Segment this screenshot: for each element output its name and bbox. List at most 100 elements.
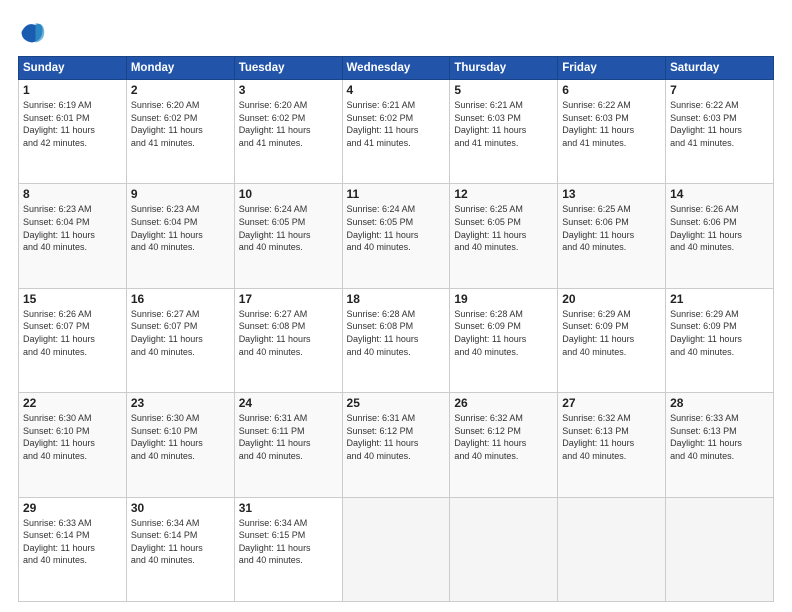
day-info: Sunrise: 6:21 AM Sunset: 6:02 PM Dayligh…: [347, 99, 446, 149]
day-info: Sunrise: 6:27 AM Sunset: 6:08 PM Dayligh…: [239, 308, 338, 358]
day-number: 1: [23, 83, 122, 97]
day-number: 15: [23, 292, 122, 306]
day-info: Sunrise: 6:32 AM Sunset: 6:12 PM Dayligh…: [454, 412, 553, 462]
calendar-cell: 16 Sunrise: 6:27 AM Sunset: 6:07 PM Dayli…: [126, 288, 234, 392]
day-info: Sunrise: 6:26 AM Sunset: 6:06 PM Dayligh…: [670, 203, 769, 253]
calendar-cell: 15 Sunrise: 6:26 AM Sunset: 6:07 PM Dayli…: [19, 288, 127, 392]
day-info: Sunrise: 6:31 AM Sunset: 6:11 PM Dayligh…: [239, 412, 338, 462]
calendar-cell: [666, 497, 774, 601]
day-info: Sunrise: 6:28 AM Sunset: 6:09 PM Dayligh…: [454, 308, 553, 358]
calendar-cell: 29 Sunrise: 6:33 AM Sunset: 6:14 PM Dayli…: [19, 497, 127, 601]
calendar-cell: 12Sunrise: 6:25 AM Sunset: 6:05 PM Dayli…: [450, 184, 558, 288]
calendar-cell: 1 Sunrise: 6:19 AM Sunset: 6:01 PM Daylig…: [19, 80, 127, 184]
calendar-cell: 7 Sunrise: 6:22 AM Sunset: 6:03 PM Daylig…: [666, 80, 774, 184]
day-number: 30: [131, 501, 230, 515]
page: Sunday Monday Tuesday Wednesday Thursday…: [0, 0, 792, 612]
day-info: Sunrise: 6:24 AM Sunset: 6:05 PM Dayligh…: [239, 203, 338, 253]
day-info: Sunrise: 6:28 AM Sunset: 6:08 PM Dayligh…: [347, 308, 446, 358]
calendar-cell: [558, 497, 666, 601]
day-number: 3: [239, 83, 338, 97]
day-info: Sunrise: 6:31 AM Sunset: 6:12 PM Dayligh…: [347, 412, 446, 462]
calendar-cell: 17Sunrise: 6:27 AM Sunset: 6:08 PM Dayli…: [234, 288, 342, 392]
calendar-week-row: 1 Sunrise: 6:19 AM Sunset: 6:01 PM Daylig…: [19, 80, 774, 184]
day-number: 24: [239, 396, 338, 410]
col-tuesday: Tuesday: [234, 57, 342, 80]
day-number: 2: [131, 83, 230, 97]
calendar-week-row: 29 Sunrise: 6:33 AM Sunset: 6:14 PM Dayli…: [19, 497, 774, 601]
calendar-cell: 14 Sunrise: 6:26 AM Sunset: 6:06 PM Dayli…: [666, 184, 774, 288]
calendar-cell: 3Sunrise: 6:20 AM Sunset: 6:02 PM Daylig…: [234, 80, 342, 184]
day-number: 19: [454, 292, 553, 306]
calendar-cell: 2Sunrise: 6:20 AM Sunset: 6:02 PM Daylig…: [126, 80, 234, 184]
day-info: Sunrise: 6:26 AM Sunset: 6:07 PM Dayligh…: [23, 308, 122, 358]
day-number: 29: [23, 501, 122, 515]
calendar-cell: 23 Sunrise: 6:30 AM Sunset: 6:10 PM Dayli…: [126, 393, 234, 497]
calendar-cell: 4 Sunrise: 6:21 AM Sunset: 6:02 PM Daylig…: [342, 80, 450, 184]
calendar-cell: [342, 497, 450, 601]
day-number: 7: [670, 83, 769, 97]
day-info: Sunrise: 6:30 AM Sunset: 6:10 PM Dayligh…: [131, 412, 230, 462]
day-info: Sunrise: 6:25 AM Sunset: 6:06 PM Dayligh…: [562, 203, 661, 253]
calendar-cell: 9 Sunrise: 6:23 AM Sunset: 6:04 PM Daylig…: [126, 184, 234, 288]
day-info: Sunrise: 6:27 AM Sunset: 6:07 PM Dayligh…: [131, 308, 230, 358]
calendar-cell: [450, 497, 558, 601]
header: [18, 18, 774, 46]
day-number: 11: [347, 187, 446, 201]
calendar-cell: 24 Sunrise: 6:31 AM Sunset: 6:11 PM Dayli…: [234, 393, 342, 497]
calendar-header-row: Sunday Monday Tuesday Wednesday Thursday…: [19, 57, 774, 80]
day-info: Sunrise: 6:34 AM Sunset: 6:15 PM Dayligh…: [239, 517, 338, 567]
calendar-table: Sunday Monday Tuesday Wednesday Thursday…: [18, 56, 774, 602]
day-number: 9: [131, 187, 230, 201]
day-info: Sunrise: 6:25 AM Sunset: 6:05 PM Dayligh…: [454, 203, 553, 253]
calendar-cell: 13 Sunrise: 6:25 AM Sunset: 6:06 PM Dayli…: [558, 184, 666, 288]
day-number: 5: [454, 83, 553, 97]
day-info: Sunrise: 6:24 AM Sunset: 6:05 PM Dayligh…: [347, 203, 446, 253]
day-info: Sunrise: 6:23 AM Sunset: 6:04 PM Dayligh…: [23, 203, 122, 253]
day-info: Sunrise: 6:22 AM Sunset: 6:03 PM Dayligh…: [670, 99, 769, 149]
calendar-cell: 11 Sunrise: 6:24 AM Sunset: 6:05 PM Dayli…: [342, 184, 450, 288]
day-info: Sunrise: 6:33 AM Sunset: 6:14 PM Dayligh…: [23, 517, 122, 567]
calendar-week-row: 15 Sunrise: 6:26 AM Sunset: 6:07 PM Dayli…: [19, 288, 774, 392]
col-monday: Monday: [126, 57, 234, 80]
day-number: 20: [562, 292, 661, 306]
calendar-cell: 20 Sunrise: 6:29 AM Sunset: 6:09 PM Dayli…: [558, 288, 666, 392]
day-info: Sunrise: 6:29 AM Sunset: 6:09 PM Dayligh…: [670, 308, 769, 358]
day-number: 14: [670, 187, 769, 201]
calendar-week-row: 22 Sunrise: 6:30 AM Sunset: 6:10 PM Dayli…: [19, 393, 774, 497]
day-info: Sunrise: 6:21 AM Sunset: 6:03 PM Dayligh…: [454, 99, 553, 149]
calendar-cell: 10 Sunrise: 6:24 AM Sunset: 6:05 PM Dayli…: [234, 184, 342, 288]
day-number: 16: [131, 292, 230, 306]
day-number: 31: [239, 501, 338, 515]
calendar-cell: 22 Sunrise: 6:30 AM Sunset: 6:10 PM Dayli…: [19, 393, 127, 497]
calendar-cell: 21 Sunrise: 6:29 AM Sunset: 6:09 PM Dayli…: [666, 288, 774, 392]
calendar-cell: 30 Sunrise: 6:34 AM Sunset: 6:14 PM Dayli…: [126, 497, 234, 601]
col-saturday: Saturday: [666, 57, 774, 80]
day-number: 10: [239, 187, 338, 201]
calendar-week-row: 8 Sunrise: 6:23 AM Sunset: 6:04 PM Daylig…: [19, 184, 774, 288]
day-info: Sunrise: 6:34 AM Sunset: 6:14 PM Dayligh…: [131, 517, 230, 567]
day-info: Sunrise: 6:23 AM Sunset: 6:04 PM Dayligh…: [131, 203, 230, 253]
day-number: 27: [562, 396, 661, 410]
calendar-cell: 5 Sunrise: 6:21 AM Sunset: 6:03 PM Daylig…: [450, 80, 558, 184]
calendar-cell: 26Sunrise: 6:32 AM Sunset: 6:12 PM Dayli…: [450, 393, 558, 497]
day-number: 8: [23, 187, 122, 201]
day-number: 13: [562, 187, 661, 201]
col-thursday: Thursday: [450, 57, 558, 80]
day-info: Sunrise: 6:29 AM Sunset: 6:09 PM Dayligh…: [562, 308, 661, 358]
day-number: 4: [347, 83, 446, 97]
logo-icon: [18, 18, 46, 46]
calendar-cell: 31 Sunrise: 6:34 AM Sunset: 6:15 PM Dayli…: [234, 497, 342, 601]
col-friday: Friday: [558, 57, 666, 80]
day-number: 18: [347, 292, 446, 306]
day-info: Sunrise: 6:30 AM Sunset: 6:10 PM Dayligh…: [23, 412, 122, 462]
col-wednesday: Wednesday: [342, 57, 450, 80]
calendar-cell: 6Sunrise: 6:22 AM Sunset: 6:03 PM Daylig…: [558, 80, 666, 184]
logo: [18, 18, 50, 46]
day-number: 21: [670, 292, 769, 306]
day-number: 23: [131, 396, 230, 410]
day-info: Sunrise: 6:33 AM Sunset: 6:13 PM Dayligh…: [670, 412, 769, 462]
day-info: Sunrise: 6:19 AM Sunset: 6:01 PM Dayligh…: [23, 99, 122, 149]
day-info: Sunrise: 6:32 AM Sunset: 6:13 PM Dayligh…: [562, 412, 661, 462]
day-number: 22: [23, 396, 122, 410]
calendar-cell: 27 Sunrise: 6:32 AM Sunset: 6:13 PM Dayli…: [558, 393, 666, 497]
